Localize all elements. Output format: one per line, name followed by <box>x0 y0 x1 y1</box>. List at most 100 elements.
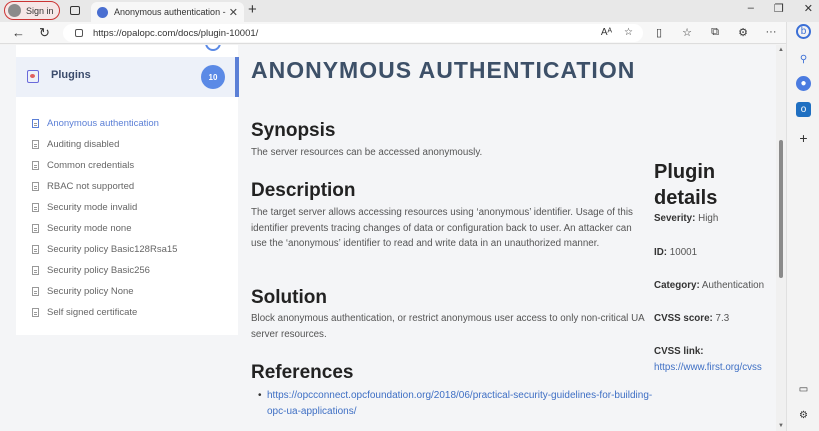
favorite-icon[interactable]: ☆ <box>624 27 633 38</box>
collapse-indicator-icon <box>205 45 221 51</box>
id-value: 10001 <box>669 247 698 258</box>
search-icon[interactable]: ⚲ <box>796 52 811 67</box>
plugin-link-label: Security mode none <box>47 223 132 234</box>
document-icon <box>32 182 39 191</box>
profile-button[interactable]: Sign in <box>4 1 60 20</box>
document-icon <box>32 266 39 275</box>
plugin-icon <box>27 70 39 83</box>
add-icon[interactable]: + <box>796 130 811 146</box>
restore-icon[interactable]: ❐ <box>774 2 784 15</box>
plugin-link-label: Security policy Basic128Rsa15 <box>47 244 178 255</box>
plugin-link-self-signed-certificate[interactable]: Self signed certificate <box>32 302 232 323</box>
plugin-link-label: Common credentials <box>47 160 135 171</box>
tab-actions-button[interactable] <box>68 3 82 17</box>
document-icon <box>32 245 39 254</box>
scroll-up-icon[interactable]: ▲ <box>778 47 784 53</box>
shopping-icon[interactable]: ● <box>796 76 811 91</box>
back-icon[interactable]: ← <box>12 25 25 41</box>
page: Plugins 10 Anonymous authentication Audi… <box>0 45 786 431</box>
plugin-link-label: Security policy Basic256 <box>47 265 150 276</box>
address-bar[interactable]: https://opalopc.com/docs/plugin-10001/ A… <box>63 24 643 42</box>
plugin-link-security-policy-basic256[interactable]: Security policy Basic256 <box>32 260 232 281</box>
scroll-down-icon[interactable]: ▼ <box>778 423 784 429</box>
plugin-link-anonymous-authentication[interactable]: Anonymous authentication <box>32 113 232 134</box>
plugin-link-rbac-not-supported[interactable]: RBAC not supported <box>32 176 232 197</box>
navigation-bar: ← ↻ https://opalopc.com/docs/plugin-1000… <box>0 22 819 44</box>
new-tab-button[interactable]: + <box>248 2 257 18</box>
document-icon <box>32 287 39 296</box>
plugin-link-label: Auditing disabled <box>47 139 120 150</box>
refresh-icon[interactable]: ↻ <box>39 25 50 41</box>
outlook-icon[interactable]: o <box>796 102 811 117</box>
plugin-link-label: Anonymous authentication <box>47 118 159 129</box>
url-text[interactable]: https://opalopc.com/docs/plugin-10001/ <box>93 28 258 39</box>
plugin-link-common-credentials[interactable]: Common credentials <box>32 155 232 176</box>
category-label: Category: <box>654 280 700 291</box>
plugins-section-header[interactable]: Plugins 10 <box>16 57 238 97</box>
page-scrollbar[interactable]: ▲ ▼ <box>776 45 786 431</box>
plugin-navigation: Plugins 10 Anonymous authentication Audi… <box>16 45 238 335</box>
favorites-icon[interactable]: ☆ <box>680 26 694 39</box>
browser-tab[interactable]: Anonymous authentication - Opc ✕ <box>91 2 244 22</box>
close-tab-icon[interactable]: ✕ <box>229 6 238 19</box>
category-value: Authentication <box>701 280 765 291</box>
severity-row: Severity: High <box>654 213 718 224</box>
description-heading: Description <box>251 180 356 201</box>
reference-link[interactable]: https://opcconnect.opcfoundation.org/201… <box>267 388 667 419</box>
cvss-score-row: CVSS score: 7.3 <box>654 313 729 324</box>
document-icon <box>32 308 39 317</box>
references-heading: References <box>251 362 354 383</box>
copilot-icon[interactable]: b <box>796 24 811 39</box>
close-window-icon[interactable]: ✕ <box>804 2 813 15</box>
document-icon <box>32 119 39 128</box>
cvss-score-value: 7.3 <box>715 313 730 324</box>
plugin-details-heading: Plugin details <box>654 161 718 209</box>
bullet-icon: • <box>258 390 262 401</box>
description-text: The target server allows accessing resou… <box>251 207 633 249</box>
synopsis-text: The server resources can be accessed ano… <box>251 147 483 158</box>
id-row: ID: 10001 <box>654 247 697 258</box>
document-icon <box>32 224 39 233</box>
plugin-link-security-policy-basic128rsa15[interactable]: Security policy Basic128Rsa15 <box>32 239 232 260</box>
plugin-link-security-mode-invalid[interactable]: Security mode invalid <box>32 197 232 218</box>
active-section-indicator <box>237 57 239 97</box>
sidebar-toggle-icon[interactable]: ▭ <box>796 382 811 397</box>
avatar-icon <box>8 4 21 17</box>
plugin-link-label: Self signed certificate <box>47 307 138 318</box>
plugin-list: Anonymous authentication Auditing disabl… <box>32 113 232 323</box>
severity-label: Severity: <box>654 213 696 224</box>
favicon-icon <box>97 6 108 18</box>
tab-strip: Sign in Anonymous authentication - Opc ✕… <box>0 0 819 22</box>
tab-actions-icon <box>70 5 80 15</box>
lock-icon[interactable] <box>75 29 83 37</box>
plugin-link-security-mode-none[interactable]: Security mode none <box>32 218 232 239</box>
cvss-link[interactable]: https://www.first.org/cvss <box>654 362 762 373</box>
synopsis-heading: Synopsis <box>251 120 336 141</box>
plugins-count-badge: 10 <box>201 65 225 89</box>
minimize-icon[interactable]: – <box>748 2 754 15</box>
collections-icon[interactable]: ⧉ <box>708 26 722 39</box>
solution-text: Block anonymous authentication, or restr… <box>251 313 645 340</box>
read-aloud-icon[interactable]: Aᴬ <box>601 27 612 38</box>
split-screen-icon[interactable]: ▯ <box>652 26 666 39</box>
cvss-score-label: CVSS score: <box>654 313 713 324</box>
tab-title: Anonymous authentication - Opc <box>114 7 226 17</box>
scrollbar-thumb[interactable] <box>779 140 783 278</box>
solution-heading: Solution <box>251 287 327 308</box>
plugin-link-label: RBAC not supported <box>47 181 135 192</box>
profile-label: Sign in <box>26 5 54 16</box>
window-controls: – ❐ ✕ <box>748 2 813 15</box>
edge-sidebar: b ⚲ ● o + ▭ ⚙ <box>786 22 819 431</box>
extensions-icon[interactable]: ⚙ <box>736 26 750 39</box>
plugin-link-label: Security policy None <box>47 286 134 297</box>
document-icon <box>32 203 39 212</box>
plugins-section-label: Plugins <box>51 69 91 81</box>
page-title: ANONYMOUS AUTHENTICATION <box>251 57 636 83</box>
severity-value: High <box>698 213 719 224</box>
more-icon[interactable]: ··· <box>764 26 778 39</box>
document-icon <box>32 140 39 149</box>
plugin-link-security-policy-none[interactable]: Security policy None <box>32 281 232 302</box>
document-icon <box>32 161 39 170</box>
settings-icon[interactable]: ⚙ <box>796 408 811 423</box>
plugin-link-auditing-disabled[interactable]: Auditing disabled <box>32 134 232 155</box>
